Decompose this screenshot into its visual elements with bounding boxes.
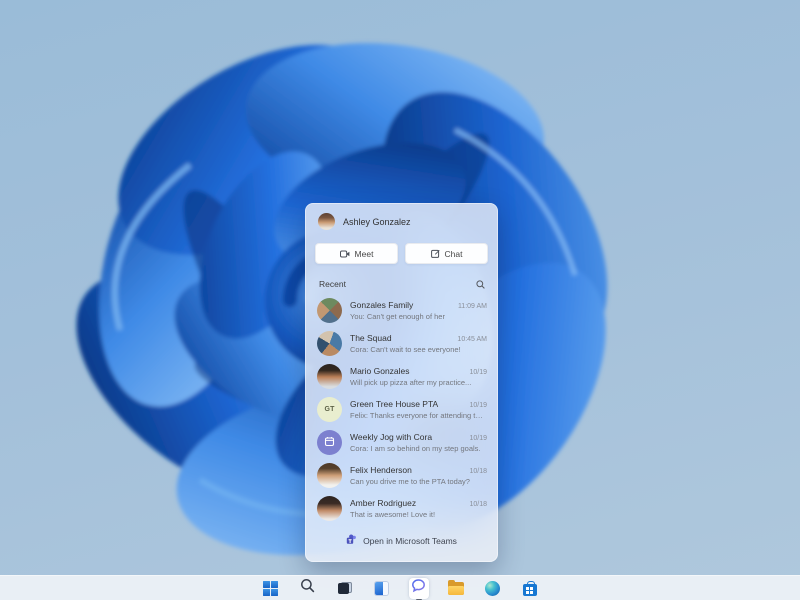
taskbar (0, 575, 800, 600)
conversation-the-squad[interactable]: The Squad 10:45 AM Cora: Can't wait to s… (306, 327, 497, 360)
person-avatar (317, 496, 342, 521)
conversation-time: 10:45 AM (457, 336, 487, 343)
recent-header-row: Recent (306, 270, 497, 294)
person-avatar (317, 463, 342, 488)
conversation-preview: Will pick up pizza after my practice... (350, 378, 487, 387)
conversation-name: Gonzales Family (350, 300, 452, 310)
meet-button[interactable]: Meet (315, 243, 398, 264)
conversation-time: 10/19 (469, 435, 487, 442)
conversation-preview: Cora: Can't wait to see everyone! (350, 345, 487, 354)
conversation-felix-henderson[interactable]: Felix Henderson 10/18 Can you drive me t… (306, 459, 497, 492)
conversation-mario-gonzales[interactable]: Mario Gonzales 10/19 Will pick up pizza … (306, 360, 497, 393)
conversation-preview: Cora: I am so behind on my step goals. (350, 444, 487, 453)
user-name: Ashley Gonzalez (343, 217, 411, 227)
group-avatar (317, 298, 342, 323)
task-view-icon (336, 580, 353, 597)
conversation-preview: Felix: Thanks everyone for attending tod… (350, 411, 487, 420)
compose-chat-icon (431, 249, 440, 258)
person-avatar (317, 364, 342, 389)
conversation-time: 10/19 (469, 369, 487, 376)
windows-logo-icon (263, 581, 278, 596)
conversation-name: Green Tree House PTA (350, 399, 463, 409)
widgets-icon (374, 581, 389, 596)
open-in-teams-link[interactable]: Open in Microsoft Teams (306, 524, 497, 561)
conversation-green-tree-house-pta[interactable]: GT Green Tree House PTA 10/19 Felix: Tha… (306, 393, 497, 426)
group-avatar (317, 331, 342, 356)
conversation-time: 10/18 (469, 501, 487, 508)
teams-chat-flyout: Ashley Gonzalez Meet Chat Recent (305, 203, 498, 562)
microsoft-store-button[interactable] (520, 578, 540, 599)
chat-button-taskbar[interactable] (409, 578, 429, 599)
task-view-button[interactable] (335, 578, 355, 599)
conversation-preview: That is awesome! Love it! (350, 510, 487, 519)
start-button[interactable] (261, 578, 281, 599)
microsoft-store-icon (523, 584, 537, 596)
desktop: Ashley Gonzalez Meet Chat Recent (0, 0, 800, 600)
file-explorer-button[interactable] (446, 578, 466, 599)
widgets-button[interactable] (372, 578, 392, 599)
edge-button[interactable] (483, 578, 503, 599)
chat-button-label: Chat (445, 249, 463, 259)
search-icon (300, 578, 315, 598)
conversation-preview: Can you drive me to the PTA today? (350, 477, 487, 486)
meet-button-label: Meet (355, 249, 374, 259)
user-avatar[interactable] (318, 213, 335, 230)
conversation-time: 10/18 (469, 468, 487, 475)
teams-logo-icon (346, 532, 357, 550)
conversation-name: Weekly Jog with Cora (350, 432, 463, 442)
chat-button[interactable]: Chat (405, 243, 488, 264)
conversation-time: 10/19 (469, 402, 487, 409)
conversation-name: The Squad (350, 333, 451, 343)
calendar-icon (324, 434, 335, 452)
conversation-time: 11:09 AM (458, 303, 487, 310)
chat-panel-header: Ashley Gonzalez (306, 204, 497, 236)
teams-chat-icon (411, 578, 426, 598)
conversation-name: Mario Gonzales (350, 366, 463, 376)
conversation-name: Felix Henderson (350, 465, 463, 475)
conversation-gonzales-family[interactable]: Gonzales Family 11:09 AM You: Can't get … (306, 294, 497, 327)
conversation-list: Gonzales Family 11:09 AM You: Can't get … (306, 294, 497, 524)
file-explorer-icon (448, 582, 464, 595)
action-button-row: Meet Chat (306, 236, 497, 270)
open-in-teams-label: Open in Microsoft Teams (363, 536, 457, 546)
conversation-amber-rodriguez[interactable]: Amber Rodriguez 10/18 That is awesome! L… (306, 492, 497, 524)
search-button[interactable] (298, 578, 318, 599)
edge-browser-icon (485, 581, 500, 596)
calendar-avatar (317, 430, 342, 455)
search-icon[interactable] (476, 280, 485, 289)
conversation-name: Amber Rodriguez (350, 498, 463, 508)
video-camera-icon (340, 250, 350, 258)
recent-label: Recent (319, 279, 346, 289)
conversation-weekly-jog-with-cora[interactable]: Weekly Jog with Cora 10/19 Cora: I am so… (306, 426, 497, 459)
avatar-initials: GT (324, 406, 334, 413)
initials-avatar: GT (317, 397, 342, 422)
conversation-preview: You: Can't get enough of her (350, 312, 487, 321)
